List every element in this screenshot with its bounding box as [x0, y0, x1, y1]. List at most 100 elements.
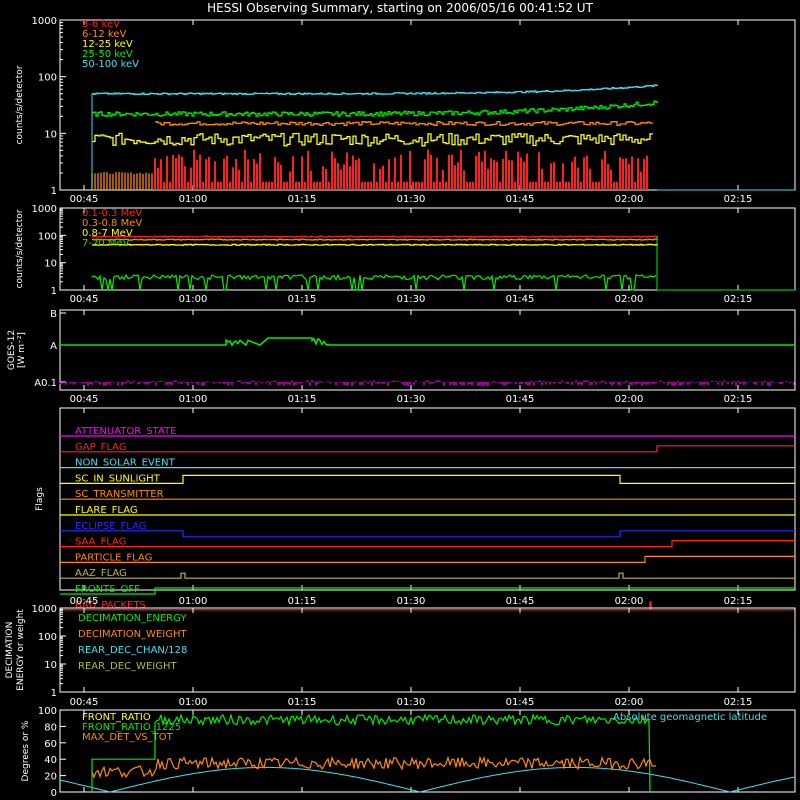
- low-energy-legend-4: 50-100 keV: [82, 59, 139, 70]
- series-12-25-kev: [92, 132, 653, 147]
- x-tick-label: 02:00: [615, 294, 644, 305]
- x-tick-label: 00:45: [70, 194, 99, 205]
- y-tick-label: 1000: [32, 604, 57, 615]
- x-tick-label: 01:45: [506, 394, 535, 405]
- chart-title: HESSI Observing Summary, starting on 200…: [207, 1, 593, 15]
- x-tick-label: 01:15: [288, 294, 317, 305]
- x-tick-label: 00:45: [70, 596, 99, 607]
- y-axis-label: ENERGY or weight: [16, 609, 26, 691]
- flag-label-fronts-off: FRONTS_OFF: [75, 584, 140, 595]
- x-tick-label: 02:00: [615, 596, 644, 607]
- y-tick-label: A0.1: [34, 378, 57, 389]
- y-tick-label: 1: [51, 186, 57, 197]
- y-tick-label: 1000: [32, 204, 57, 215]
- x-tick-label: 01:00: [179, 596, 208, 607]
- x-tick-label: 01:15: [288, 394, 317, 405]
- goes-panel-frame: [59, 309, 796, 391]
- flag-line-eclipse-flag: [60, 530, 795, 538]
- y-axis-label: Degrees or %: [21, 720, 31, 781]
- x-tick-label: 01:15: [288, 697, 317, 708]
- x-tick-label: 00:45: [70, 294, 99, 305]
- y-axis-label: counts/s/detector: [15, 65, 25, 144]
- x-tick-label: 01:15: [288, 194, 317, 205]
- y-axis-units: [W m⁻²]: [17, 332, 27, 368]
- y-tick-label: 10: [44, 129, 57, 140]
- x-tick-label: 02:00: [615, 394, 644, 405]
- flag-line-fronts-off: [60, 587, 795, 595]
- flag-label-aaz-flag: AAZ_FLAG: [75, 568, 127, 579]
- x-tick-label: 01:45: [506, 596, 535, 607]
- x-tick-label: 02:15: [724, 394, 753, 405]
- flag-label-sc-transmitter: SC_TRANSMITTER: [75, 489, 164, 500]
- y-tick-label: 1: [51, 286, 57, 297]
- y-tick-label: 0: [51, 788, 57, 799]
- x-tick-label: 00:45: [70, 394, 99, 405]
- x-tick-label: 01:00: [179, 294, 208, 305]
- flag-label-flare-flag: FLARE_FLAG: [75, 505, 138, 516]
- decimation-legend-3: REAR_DEC_WEIGHT: [78, 661, 177, 672]
- x-tick-label: 01:30: [397, 294, 426, 305]
- flag-line-saa-flag: [60, 540, 795, 548]
- decimation-legend-2: REAR_DEC_CHAN/128: [78, 645, 187, 656]
- ratios-legend-2: MAX_DET_VS_TOT: [82, 732, 174, 743]
- flag-line-particle-flag: [60, 555, 795, 563]
- y-tick-label: 10: [44, 660, 57, 671]
- x-tick-label: 01:45: [506, 697, 535, 708]
- y-axis-label: Flags: [35, 487, 45, 511]
- y-tick-label: 10: [44, 259, 57, 270]
- x-tick-label: 01:00: [179, 194, 208, 205]
- x-tick-label: 02:15: [724, 294, 753, 305]
- flag-label-sc-in-sunlight: SC_IN_SUNLIGHT: [75, 473, 161, 484]
- x-tick-label: 01:45: [506, 294, 535, 305]
- x-tick-label: 01:15: [288, 596, 317, 607]
- y-tick-label: 100: [38, 231, 57, 242]
- y-axis-label: counts/s/detector: [15, 209, 25, 288]
- series-25-50-kev: [92, 100, 658, 117]
- series-goes-short: [59, 380, 795, 387]
- series-50-100-kev: [92, 84, 658, 96]
- x-tick-label: 01:30: [397, 697, 426, 708]
- y-tick-label: 1: [51, 688, 57, 699]
- series-0.8-7-mev: [92, 243, 658, 246]
- flag-line-gap-flag: [60, 445, 795, 453]
- series-goes-long: [60, 337, 795, 347]
- flag-line-sc-in-sunlight: [60, 474, 795, 484]
- decimation-legend-1: DECIMATION_WEIGHT: [78, 629, 187, 640]
- flag-label-non-solar-event: NON_SOLAR_EVENT: [75, 458, 176, 469]
- flag-line-bad-packets: [60, 601, 795, 611]
- y-tick-label: 20: [44, 772, 57, 783]
- flag-label-eclipse-flag: ECLIPSE_FLAG: [75, 521, 146, 532]
- x-tick-label: 02:15: [724, 194, 753, 205]
- x-tick-label: 01:30: [397, 394, 426, 405]
- x-tick-label: 02:15: [724, 596, 753, 607]
- y-tick-label: 100: [38, 706, 57, 717]
- hessi-observing-summary: HESSI Observing Summary, starting on 200…: [5, 1, 796, 799]
- series-7-20-mev: [91, 273, 657, 291]
- series-0.1-0.3-mev: [92, 235, 658, 238]
- x-tick-label: 01:30: [397, 194, 426, 205]
- high-energy-legend-3: 7-20 MeV: [82, 238, 130, 249]
- flag-label-saa-flag: SAA_FLAG: [75, 537, 126, 548]
- x-tick-label: 02:15: [724, 697, 753, 708]
- flag-label-attenuator-state: ATTENUATOR_STATE: [75, 426, 176, 437]
- x-tick-label: 01:00: [179, 697, 208, 708]
- y-axis-label: DECIMATION: [5, 622, 15, 679]
- x-tick-label: 02:00: [615, 697, 644, 708]
- y-axis-label: GOES-12: [7, 330, 17, 370]
- flag-label-gap-flag: GAP_FLAG: [75, 442, 127, 453]
- x-tick-label: 01:45: [506, 194, 535, 205]
- x-tick-label: 01:00: [179, 394, 208, 405]
- geomagnetic-latitude-annotation: Absolute geomagnetic latitude: [613, 712, 767, 723]
- y-tick-label: 80: [44, 722, 57, 733]
- y-tick-label: 100: [38, 632, 57, 643]
- decimation-legend-0: DECIMATION_ENERGY: [78, 613, 187, 624]
- y-tick-label: 60: [44, 739, 57, 750]
- y-tick-label: 40: [44, 755, 57, 766]
- y-tick-label: 100: [38, 73, 57, 84]
- y-tick-label: A: [50, 341, 57, 352]
- series-3-6-kev: [154, 149, 648, 190]
- x-tick-label: 00:45: [70, 697, 99, 708]
- x-tick-label: 02:00: [615, 194, 644, 205]
- flag-label-particle-flag: PARTICLE_FLAG: [75, 552, 152, 563]
- y-tick-label: 1000: [32, 16, 57, 27]
